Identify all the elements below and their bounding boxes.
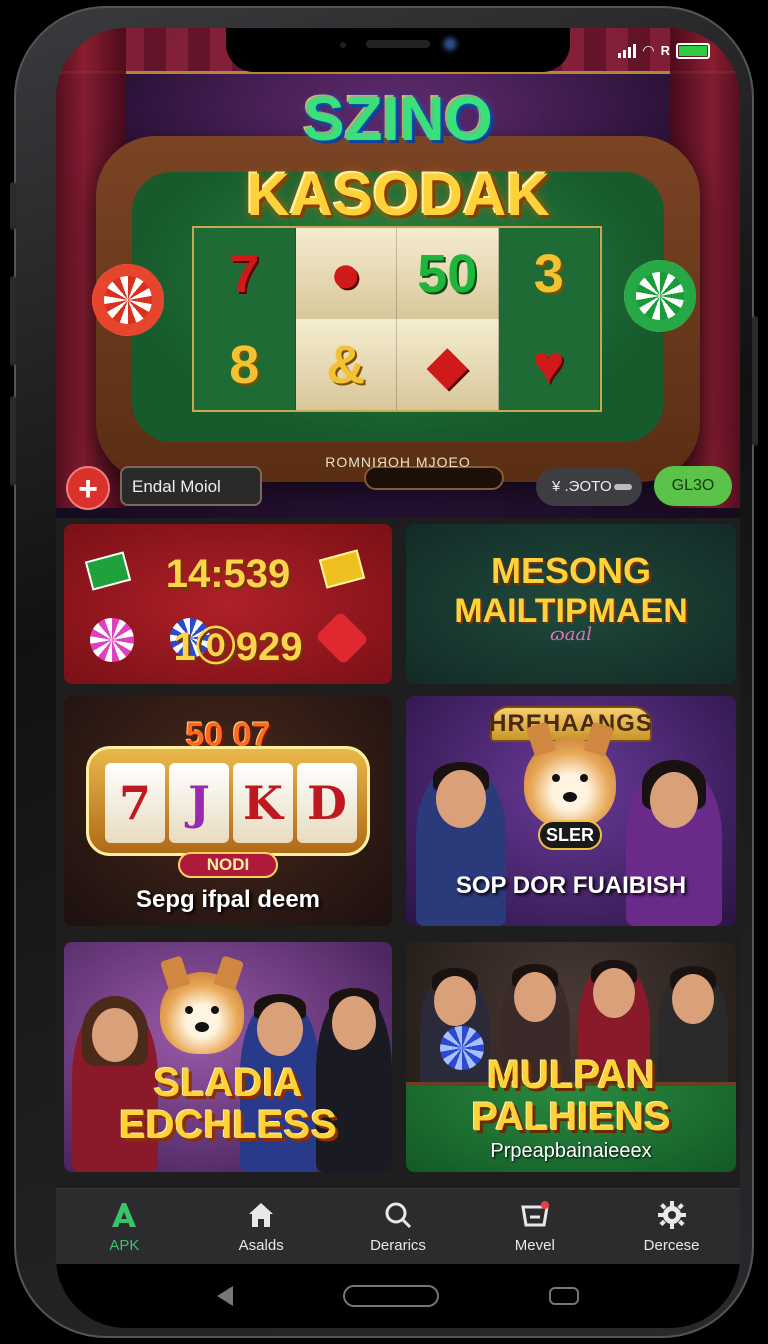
reel-symbol: 3 [499,228,600,319]
home-icon [245,1199,277,1231]
system-nav-bar [56,1264,740,1328]
mulpan-title: MULPAN [486,1053,656,1097]
slot-reels: 7JKD [105,763,357,843]
front-camera [440,34,460,54]
apk-icon [108,1199,140,1231]
mulpan-subtitle: PALHIENS [471,1095,671,1139]
sladia-subtitle: EDCHLESS [119,1103,337,1147]
volume-up-button [10,276,16,366]
hero-controls: + Endal Moiol ¥ .ЭOTO GL3O [56,464,740,510]
hrehaangs-card[interactable]: HREHAANGS SLER SOP DOR FUAIBISH [406,696,736,926]
nav-label: Derarics [370,1237,426,1254]
nav-item-dercese[interactable]: Dercese [603,1189,740,1264]
slot-caption: Sepg ifpal deem [135,886,321,913]
green-chip-icon [624,260,696,332]
slot-reel-symbol: K [233,763,293,843]
mulpan-caption: Prpeapbainaieeex [490,1140,652,1162]
name-field[interactable]: Endal Moiol [120,466,262,506]
mesong-script: ɷaal [549,624,592,645]
stats-card[interactable]: 14:539 1⓪929 [64,524,392,684]
recents-icon[interactable] [549,1287,579,1305]
shiba-dog-image [524,721,616,828]
battery-icon [676,42,710,59]
toggle-pill-icon [614,484,632,490]
coin-label: ¥ .ЭOTO [552,478,612,495]
mesong-title: MESONG [490,550,651,591]
slot-badge: NODI [178,852,278,878]
play-button[interactable]: GL3O [654,466,732,506]
slot-reel-symbol: 7 [105,763,165,843]
hero-reels: 7 ● 50 3 8 & ◆ ♥ [192,226,602,412]
hrehaangs-caption: SOP DOR FUAIBISH [455,872,687,899]
nav-item-apk[interactable]: APK [56,1189,193,1264]
slot-reel-symbol: J [169,763,229,843]
nav-item-derarics[interactable]: Derarics [330,1189,467,1264]
mulpan-card[interactable]: MULPAN PALHIENS Prpeapbainaieeex [406,942,736,1172]
red-chip-icon [92,264,164,336]
hero-title-line1: SZINO [303,85,493,154]
notch [226,28,570,72]
reel-symbol: ● [295,228,397,319]
reel-symbol: 8 [194,319,296,410]
slot-reel-symbol: D [297,763,357,843]
person-left [416,762,506,926]
gear-icon [656,1199,688,1231]
sladia-card[interactable]: SLADIA EDCHLESS [64,942,392,1172]
nav-label: Mevel [514,1237,555,1254]
slot-machine-card[interactable]: 50 07 7JKD NODI Sepg ifpal deem [64,696,392,926]
search-icon [382,1199,414,1231]
phone-frame: ◠ R 7 ● 50 3 8 & ◆ ♥ ROMNIЯOH MJOEO SZINO KASOD… [10,6,758,1338]
bottom-nav: APK Asalds Derarics Mevel Dercese [56,1188,740,1264]
earpiece-speaker [366,40,430,48]
signal-icon [618,43,637,58]
add-button[interactable]: + [66,466,110,510]
power-button [752,316,758,446]
screen: ◠ R 7 ● 50 3 8 & ◆ ♥ ROMNIЯOH MJOEO SZINO KASOD… [56,28,740,1328]
nav-label: APK [109,1237,140,1254]
hero-title-line2: KASODAK [246,161,550,228]
home-button[interactable] [343,1285,439,1307]
sladia-title: SLADIA [153,1061,303,1105]
nav-label: Dercese [643,1237,700,1254]
slot-frame: 7JKD [86,746,370,856]
reel-symbol: ◆ [397,319,499,410]
status-bar: ◠ R [618,42,710,59]
reel-symbol: 50 [397,228,499,319]
stat-value-2: 1⓪929 [173,625,303,669]
reel-symbol: 7 [194,228,296,319]
coin-balance[interactable]: ¥ .ЭOTO [536,468,642,506]
sensor-dot [340,42,346,48]
r-box-icon: R [660,43,670,58]
cart-icon [519,1199,551,1231]
person-right [626,760,722,926]
wifi-icon: ◠ [642,42,655,58]
nav-item-mevel[interactable]: Mevel [466,1189,603,1264]
hero-banner[interactable]: 7 ● 50 3 8 & ◆ ♥ ROMNIЯOH MJOEO SZINO KASODAK +… [56,28,740,518]
nav-label: Asalds [238,1237,284,1254]
stat-value-1: 14:539 [165,552,291,596]
reel-symbol: ♥ [499,319,600,410]
volume-down-button [10,396,16,486]
shiba-dog-image [159,955,245,1054]
hrehaangs-title: HREHAANGS [489,710,653,737]
back-icon[interactable] [217,1286,233,1306]
mute-switch [10,182,16,230]
sler-badge: SLER [538,820,602,850]
nav-item-asalds[interactable]: Asalds [193,1189,330,1264]
mesong-card[interactable]: MESONG MAILTIPMAEN ɷaal [406,524,736,684]
reel-symbol: & [295,319,397,410]
